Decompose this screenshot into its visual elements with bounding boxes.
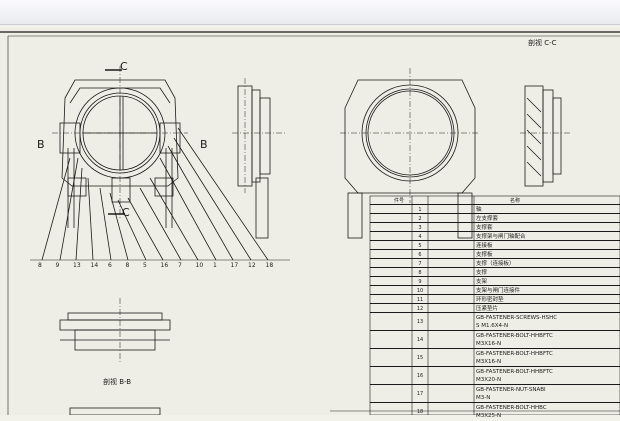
bom-item-number: 10 xyxy=(416,287,424,294)
bom-item-number: 11 xyxy=(416,296,424,303)
side-view xyxy=(232,78,285,239)
section-cc-title: 剖视 C-C xyxy=(528,39,557,47)
bom-item-number: 17 xyxy=(416,391,424,397)
section-bb-title: 剖视 B-B xyxy=(103,378,132,386)
bom-item-number: 12 xyxy=(416,305,424,312)
balloon-label: 13 xyxy=(73,262,81,269)
bom-row: 16 GB-FASTENER-BOLT-HHBFTC M3X20-N xyxy=(370,366,620,385)
drawing-sheet: 剖视 C-C 剖视 B-B C C B B 8 9 13 14 6 8 5 16 7 10 1 17 1… xyxy=(0,28,620,419)
section-marker-c-top: C xyxy=(120,60,128,73)
bom-item-number: 4 xyxy=(418,233,422,240)
bom-item-number: 2 xyxy=(418,215,422,222)
section-marker-b-left: B xyxy=(37,138,45,151)
bom-header-right: 名称 xyxy=(510,198,521,204)
bom-header-left: 件号 xyxy=(394,198,405,204)
bom-row: 14 GB-FASTENER-BOLT-HHBFTC M3X16-N xyxy=(370,330,620,349)
bom-item-name: GB-FASTENER-BOLT-HHBFTC M3X20-N xyxy=(476,369,553,383)
bom-item-name: GB-FASTENER-SCREWS-HSHC S M1.6X4-N xyxy=(476,315,558,329)
bom-item-number: 9 xyxy=(418,278,422,285)
section-detail-view xyxy=(520,85,570,187)
front-view xyxy=(30,66,290,261)
bom-item-name: GB-FASTENER-BOLT-HHBC M3X25-N xyxy=(476,405,547,419)
balloon-label: 14 xyxy=(90,262,99,269)
bom-row: 15 GB-FASTENER-BOLT-HHBFTC M3X16-N xyxy=(370,348,620,367)
bom-item-name: GB-FASTENER-BOLT-HHBFTC M3X16-N xyxy=(476,333,553,347)
bom-row: 13 GB-FASTENER-SCREWS-HSHC S M1.6X4-N xyxy=(370,312,620,331)
bom-item-number: 16 xyxy=(416,373,424,379)
bom-item-number: 6 xyxy=(418,251,422,258)
bom-item-name: GB-FASTENER-BOLT-HHBFTC M3X16-N xyxy=(476,351,553,365)
bom-item-number: 18 xyxy=(416,409,424,415)
balloon-label: 17 xyxy=(230,262,239,269)
balloon-label: 16 xyxy=(160,262,169,269)
section-marker-b-right: B xyxy=(200,138,208,151)
bom-item-number: 8 xyxy=(418,269,422,276)
balloon-label: 8 xyxy=(125,262,130,269)
bom-item-number: 14 xyxy=(416,337,424,343)
bom-row: 17 GB-FASTENER-NUT-SNABI M3-N xyxy=(370,384,620,403)
balloon-label: 5 xyxy=(143,262,147,269)
bom-item-number: 3 xyxy=(418,224,422,231)
bom-item-number: 7 xyxy=(418,260,422,267)
bom-item-number: 13 xyxy=(416,319,424,325)
bom-row: 18 GB-FASTENER-BOLT-HHBC M3X25-N xyxy=(370,402,620,421)
balloon-label: 1 xyxy=(213,262,217,269)
balloon-label: 10 xyxy=(195,262,204,269)
balloon-label: 8 xyxy=(38,262,42,269)
balloon-label: 12 xyxy=(248,262,256,269)
bom-item-number: 5 xyxy=(418,242,422,249)
balloon-label: 6 xyxy=(108,262,112,269)
section-bb-view xyxy=(59,298,171,415)
balloon-label: 7 xyxy=(178,262,182,269)
window-top-bar xyxy=(0,0,620,25)
balloon-label: 9 xyxy=(55,262,60,269)
balloon-label: 18 xyxy=(265,262,274,269)
bom-item-number: 15 xyxy=(416,355,424,361)
section-marker-c-bottom: C xyxy=(122,206,130,219)
bom-item-name: GB-FASTENER-NUT-SNABI M3-N xyxy=(476,387,546,401)
bom-item-number: 1 xyxy=(418,206,422,213)
